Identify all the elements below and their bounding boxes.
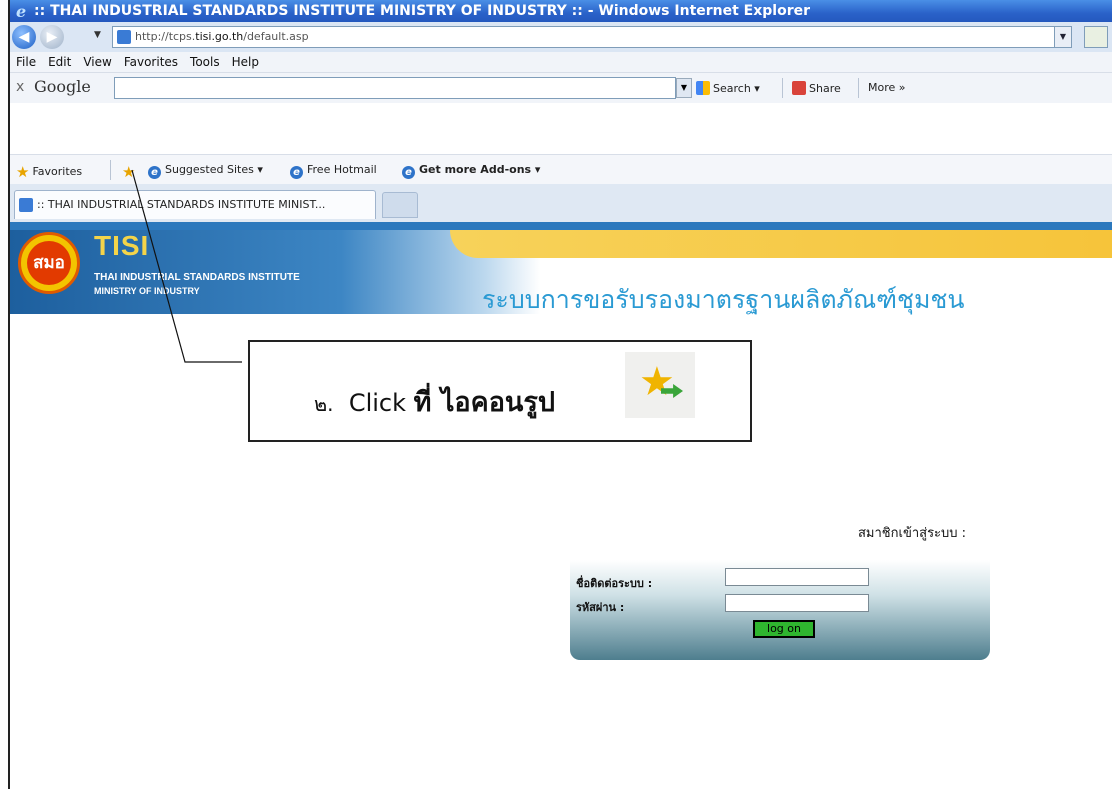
new-tab-button[interactable]	[382, 192, 418, 218]
google-toolbar: x Google ▼ Search ▾ Share More »	[10, 72, 1112, 103]
site-favicon-icon	[117, 30, 131, 44]
header-yellow-band	[450, 230, 1112, 258]
menu-bar: File Edit View Favorites Tools Help	[10, 52, 1112, 72]
more-button[interactable]: More »	[868, 81, 906, 94]
share-button[interactable]: Share	[792, 81, 841, 95]
menu-edit[interactable]: Edit	[42, 52, 77, 72]
favorites-button[interactable]: ★ Favorites	[16, 163, 82, 181]
username-input[interactable]	[725, 568, 869, 586]
recent-pages-dropdown-icon[interactable]: ▼	[94, 30, 101, 40]
close-toolbar-icon[interactable]: x	[16, 79, 24, 95]
site-title: ระบบการขอรับรองมาตรฐานผลิตภัณฑ์ชุมชน	[482, 285, 965, 314]
get-addons-button[interactable]: e Get more Add-ons ▾	[402, 163, 540, 179]
tisi-logo: สมอ	[18, 232, 80, 294]
search-icon	[696, 81, 710, 95]
login-panel: ชื่อติดต่อระบบ : รหัสผ่าน : log on	[570, 560, 990, 660]
add-to-favorites-bar-icon: ★	[625, 352, 695, 418]
google-search-dropdown[interactable]: ▼	[676, 78, 692, 98]
add-to-favorites-bar-button[interactable]: ★	[122, 163, 138, 181]
log-on-button[interactable]: log on	[753, 620, 815, 638]
brand-name: TISI	[94, 230, 150, 261]
google-logo: Google	[34, 77, 91, 96]
navigation-row: ◀ ▶ ▼ http://tcps.tisi.go.th/default.asp…	[10, 22, 1112, 52]
username-label: ชื่อติดต่อระบบ :	[576, 577, 653, 590]
menu-file[interactable]: File	[10, 52, 42, 72]
tab-tisi[interactable]: :: THAI INDUSTRIAL STANDARDS INSTITUTE M…	[14, 190, 376, 219]
share-icon	[792, 81, 806, 95]
brand-line-1: THAI INDUSTRIAL STANDARDS INSTITUTE	[94, 272, 300, 283]
login-heading: สมาชิกเข้าสู่ระบบ :	[858, 526, 967, 541]
browser-window: e:: THAI INDUSTRIAL STANDARDS INSTITUTE …	[8, 0, 1112, 789]
address-bar[interactable]: http://tcps.tisi.go.th/default.asp ▼	[112, 26, 1072, 48]
password-label: รหัสผ่าน :	[576, 601, 625, 614]
menu-tools[interactable]: Tools	[184, 52, 226, 72]
address-dropdown-button[interactable]: ▼	[1054, 26, 1072, 48]
favorites-bar: ★ Favorites ★ e Suggested Sites ▾ e Free Ho…	[10, 154, 1112, 185]
instruction-callout: ๒. Click ที่ ไอคอนรูป ★	[248, 340, 752, 442]
forward-button[interactable]: ▶	[40, 25, 64, 49]
ie-icon: e	[16, 2, 27, 21]
google-search-input[interactable]	[114, 77, 676, 99]
free-hotmail-link[interactable]: e Free Hotmail	[290, 163, 377, 179]
ie-icon: e	[148, 166, 161, 179]
menu-view[interactable]: View	[77, 52, 117, 72]
address-url: http://tcps.tisi.go.th/default.asp	[135, 30, 309, 43]
callout-text: ๒. Click ที่ ไอคอนรูป	[314, 387, 556, 418]
back-button[interactable]: ◀	[12, 25, 36, 49]
header-stripe	[10, 222, 1112, 230]
site-favicon-icon	[19, 198, 33, 212]
tab-row: :: THAI INDUSTRIAL STANDARDS INSTITUTE M…	[10, 184, 1112, 222]
ie-icon: e	[402, 166, 415, 179]
password-input[interactable]	[725, 594, 869, 612]
window-title: :: THAI INDUSTRIAL STANDARDS INSTITUTE M…	[34, 3, 811, 19]
compatibility-view-icon[interactable]	[1084, 26, 1108, 48]
add-to-favorites-icon: ★	[122, 163, 136, 181]
suggested-sites-button[interactable]: e Suggested Sites ▾	[148, 163, 263, 179]
menu-help[interactable]: Help	[226, 52, 265, 72]
favorites-star-icon: ★	[16, 163, 30, 181]
google-search-button[interactable]: Search ▾	[696, 81, 760, 95]
title-bar: e:: THAI INDUSTRIAL STANDARDS INSTITUTE …	[10, 0, 1112, 22]
ie-icon: e	[290, 166, 303, 179]
brand-line-2: MINISTRY OF INDUSTRY	[94, 286, 200, 296]
menu-favorites[interactable]: Favorites	[118, 52, 184, 72]
